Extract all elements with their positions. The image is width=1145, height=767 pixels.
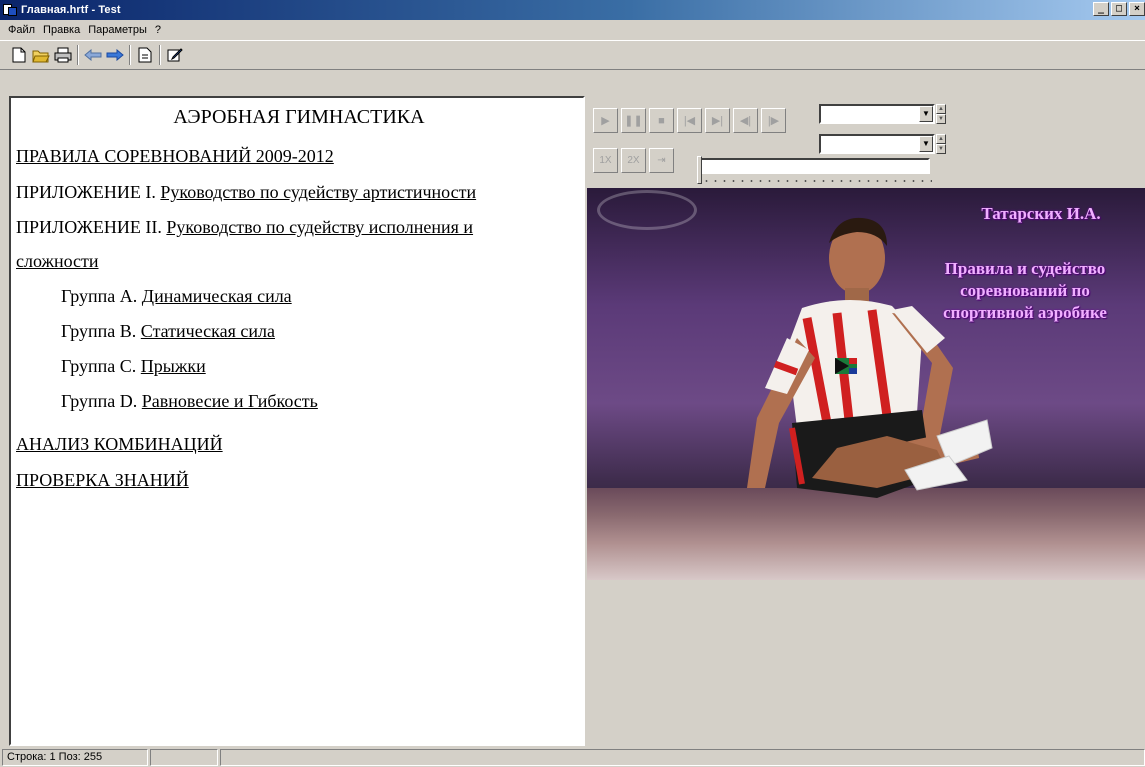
status-panel-3 [220, 749, 1145, 766]
window-controls: _ □ × [1091, 2, 1145, 16]
forward-arrow-icon[interactable] [104, 44, 126, 66]
close-button[interactable]: × [1129, 2, 1145, 16]
group-c-link[interactable]: Прыжки [141, 356, 206, 376]
spin-up-icon[interactable]: ▲ [936, 104, 946, 114]
subtitle-line: спортивной аэробике [943, 303, 1107, 322]
group-d-link[interactable]: Равновесие и Гибкость [142, 391, 318, 411]
appendix-1-line: ПРИЛОЖЕНИЕ I. Руководство по судейству а… [16, 182, 476, 203]
edit-icon[interactable] [164, 44, 186, 66]
appendix-2-link-cont[interactable]: сложности [16, 251, 99, 271]
app-icon [3, 3, 17, 17]
step-back-button[interactable]: ◀| [733, 108, 758, 133]
pause-button[interactable]: ❚❚ [621, 108, 646, 133]
skip-start-button[interactable]: |◀ [677, 108, 702, 133]
play-button[interactable]: ▶ [593, 108, 618, 133]
open-folder-icon[interactable] [30, 44, 52, 66]
chevron-down-icon[interactable]: ▼ [919, 106, 933, 122]
subtitle-line: соревнований по [960, 281, 1090, 300]
step-forward-button[interactable]: |▶ [761, 108, 786, 133]
stop-button[interactable]: ■ [649, 108, 674, 133]
appendix-2-line: ПРИЛОЖЕНИЕ II. Руководство по судейству … [16, 217, 473, 238]
media-pane: ▶ ❚❚ ■ |◀ ▶| ◀| |▶ ▼ ▲ ▼ ▼ ▲ ▼ 1X 2X ⇥ Т… [585, 96, 1145, 746]
appendix-2-line-cont: сложности [16, 251, 99, 272]
group-b-line: Группа В. Статическая сила [61, 321, 275, 342]
test-line: ПРОВЕРКА ЗНАНИЙ [16, 470, 189, 491]
maximize-button[interactable]: □ [1111, 2, 1127, 16]
back-arrow-icon[interactable] [82, 44, 104, 66]
menu-help[interactable]: ? [151, 24, 165, 36]
status-bar: Строка: 1 Поз: 255 [0, 748, 1145, 767]
spin-up-icon[interactable]: ▲ [936, 134, 946, 144]
spin-down-icon[interactable]: ▼ [936, 114, 946, 124]
knowledge-test-link[interactable]: ПРОВЕРКА ЗНАНИЙ [16, 470, 189, 490]
new-doc-icon[interactable] [8, 44, 30, 66]
toolbar [0, 40, 1145, 70]
appendix-2-prefix: ПРИЛОЖЕНИЕ II. [16, 217, 167, 237]
group-b-link[interactable]: Статическая сила [141, 321, 275, 341]
subtitle-line: Правила и судейство [944, 259, 1106, 278]
subtitle-caption: Правила и судейство соревнований по спор… [905, 258, 1145, 324]
window-title: Главная.hrtf - Test [21, 4, 121, 16]
analysis-line: АНАЛИЗ КОМБИНАЦИЙ [16, 434, 223, 455]
speed-1x-button[interactable]: 1X [593, 148, 618, 173]
toolbar-separator [77, 45, 79, 65]
combo-1[interactable]: ▼ [819, 104, 935, 124]
group-c-line: Группа С. Прыжки [61, 356, 206, 377]
fit-button[interactable]: ⇥ [649, 148, 674, 173]
athlete-figure [747, 217, 993, 498]
speed-2x-button[interactable]: 2X [621, 148, 646, 173]
chevron-down-icon[interactable]: ▼ [919, 136, 933, 152]
print-icon[interactable] [52, 44, 74, 66]
group-a-link[interactable]: Динамическая сила [142, 286, 292, 306]
author-caption: Татарских И.А. [981, 204, 1101, 223]
menu-file[interactable]: Файл [4, 24, 39, 36]
document-pane[interactable]: АЭРОБНАЯ ГИМНАСТИКА ПРАВИЛА СОРЕВНОВАНИЙ… [9, 96, 585, 746]
menu-params[interactable]: Параметры [84, 24, 151, 36]
rules-line: ПРАВИЛА СОРЕВНОВАНИЙ 2009-2012 [16, 146, 334, 167]
toolbar-separator [159, 45, 161, 65]
document-title: АЭРОБНАЯ ГИМНАСТИКА [173, 106, 425, 128]
menu-edit[interactable]: Правка [39, 24, 84, 36]
combo-2[interactable]: ▼ [819, 134, 935, 154]
status-panel-2 [150, 749, 218, 766]
app-window: Главная.hrtf - Test _ □ × Файл Правка Па… [0, 0, 1145, 767]
menu-bar: Файл Правка Параметры ? [0, 20, 1145, 39]
seek-ticks [702, 178, 932, 184]
appendix-1-prefix: ПРИЛОЖЕНИЕ I. [16, 182, 161, 202]
spin-down-icon[interactable]: ▼ [936, 144, 946, 154]
toolbar-separator [129, 45, 131, 65]
rules-link[interactable]: ПРАВИЛА СОРЕВНОВАНИЙ 2009-2012 [16, 146, 334, 166]
analysis-link[interactable]: АНАЛИЗ КОМБИНАЦИЙ [16, 434, 223, 454]
appendix-1-link[interactable]: Руководство по судейству артистичности [160, 182, 476, 202]
group-prefix: Группа D. [61, 391, 142, 411]
speed-controls: 1X 2X ⇥ [593, 148, 677, 173]
page-icon[interactable] [134, 44, 156, 66]
group-d-line: Группа D. Равновесие и Гибкость [61, 391, 318, 412]
title-bar[interactable]: Главная.hrtf - Test _ □ × [0, 0, 1145, 20]
group-prefix: Группа С. [61, 356, 141, 376]
athlete-photo: Татарских И.А. Правила и судейство сорев… [587, 188, 1145, 580]
player-controls: ▶ ❚❚ ■ |◀ ▶| ◀| |▶ [593, 108, 789, 133]
appendix-2-link[interactable]: Руководство по судейству исполнения и [166, 217, 473, 237]
status-position: Строка: 1 Поз: 255 [2, 749, 148, 766]
seek-track[interactable] [698, 158, 930, 174]
group-prefix: Группа А. [61, 286, 142, 306]
group-a-line: Группа А. Динамическая сила [61, 286, 292, 307]
skip-end-button[interactable]: ▶| [705, 108, 730, 133]
group-prefix: Группа В. [61, 321, 141, 341]
spin-1[interactable]: ▲ ▼ [936, 104, 946, 124]
spin-2[interactable]: ▲ ▼ [936, 134, 946, 154]
minimize-button[interactable]: _ [1093, 2, 1109, 16]
